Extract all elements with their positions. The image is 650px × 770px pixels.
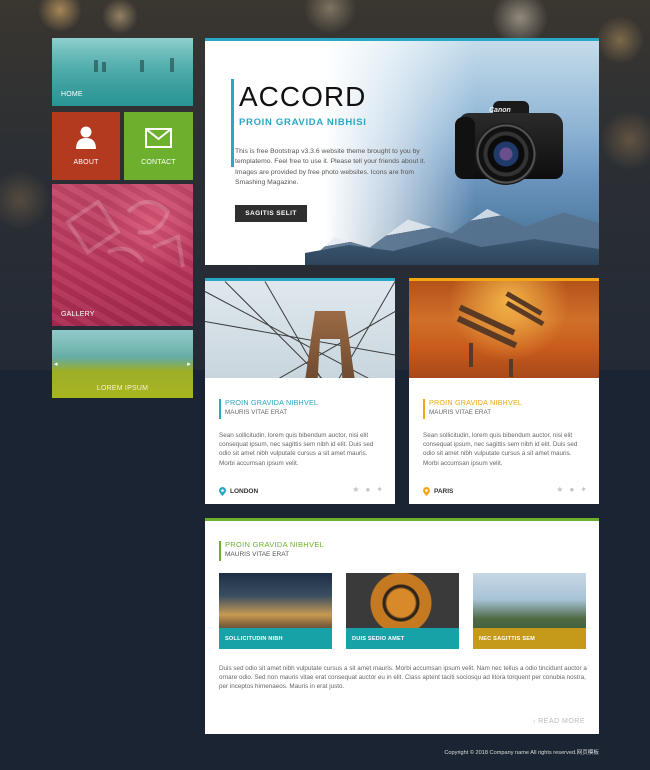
nav-label-gallery: GALLERY: [61, 311, 95, 318]
card-title: PROIN GRAVIDA NIBHVEL: [429, 398, 523, 407]
hero-button[interactable]: SAGITIS SELIT: [235, 205, 307, 222]
type-blocks-image: [65, 199, 185, 268]
thumb-forest[interactable]: NEC SAGITTIS SEM: [473, 573, 586, 649]
arrow-right-icon[interactable]: ▸: [187, 360, 191, 368]
nav-tile-home[interactable]: HOME: [52, 38, 193, 106]
arrow-left-icon[interactable]: ◂: [54, 360, 58, 368]
user-icon: [76, 126, 96, 149]
user-icon[interactable]: ●: [365, 485, 370, 494]
benches-image: [409, 281, 599, 378]
twitter-icon[interactable]: ✦: [580, 485, 587, 494]
camera-lens: [475, 123, 537, 185]
card-london: PROIN GRAVIDA NIBHVEL MAURIS VITAE ERAT …: [205, 278, 395, 504]
panel-title: PROIN GRAVIDA NIBHVEL: [225, 540, 325, 549]
hero-accent-line: [231, 79, 234, 167]
nav-label-about: ABOUT: [73, 159, 99, 166]
camera-image: Canon: [451, 99, 571, 199]
star-icon[interactable]: ★: [556, 485, 563, 494]
nav-tile-about[interactable]: ABOUT: [52, 112, 120, 180]
nav-label-lorem: LOREM IPSUM: [96, 385, 149, 392]
card-title: PROIN GRAVIDA NIBHVEL: [225, 398, 319, 407]
map-pin-icon: [423, 487, 430, 496]
footer-copyright: Copyright © 2018 Company name All rights…: [444, 750, 599, 756]
bridge-tower: [305, 311, 355, 378]
card-subtitle: MAURIS VITAE ERAT: [225, 409, 288, 416]
thumb-sunset[interactable]: SOLLICITUDIN NIBH: [219, 573, 332, 649]
photo-figure: [102, 62, 106, 72]
card-text: Sean sollicitudin, lorem quis bibendum a…: [219, 432, 374, 467]
panel-accent-bar: [219, 541, 221, 561]
card-paris: PROIN GRAVIDA NIBHVEL MAURIS VITAE ERAT …: [409, 278, 599, 504]
thumb-tiger[interactable]: DUIS SEDIO AMET: [346, 573, 459, 649]
bridge-image: [205, 281, 395, 378]
thumb-caption: SOLLICITUDIN NIBH: [219, 628, 332, 649]
photo-figure: [94, 60, 98, 72]
hero-title: ACCORD: [239, 81, 367, 112]
read-more-link[interactable]: › READ MORE: [533, 718, 585, 725]
card-location: PARIS: [423, 487, 453, 496]
map-pin-icon: [219, 487, 226, 496]
hero-description: This is free Bootstrap v3.3.6 website th…: [235, 148, 426, 187]
card-location: LONDON: [219, 487, 258, 496]
hero-subtitle: PROIN GRAVIDA NIBHISI: [239, 117, 367, 128]
card-subtitle: MAURIS VITAE ERAT: [429, 409, 492, 416]
photo-figure: [140, 60, 144, 72]
location-label: PARIS: [434, 488, 454, 495]
card-actions: ★ ● ✦: [352, 485, 383, 494]
user-icon[interactable]: ●: [569, 485, 574, 494]
card-text: Sean sollicitudin, lorem quis bibendum a…: [423, 432, 578, 467]
card-accent-bar: [219, 399, 221, 419]
bench-leg: [509, 359, 513, 377]
camera-grip: [455, 117, 475, 179]
nav-tile-contact[interactable]: CONTACT: [124, 112, 193, 180]
nav-tile-gallery[interactable]: GALLERY: [52, 184, 193, 326]
card-actions: ★ ● ✦: [556, 485, 587, 494]
gallery-panel: PROIN GRAVIDA NIBHVEL MAURIS VITAE ERAT …: [205, 518, 599, 734]
location-label: LONDON: [230, 488, 259, 495]
thumb-caption: DUIS SEDIO AMET: [346, 628, 459, 649]
thumb-caption: NEC SAGITTIS SEM: [473, 628, 586, 649]
photo-figure: [170, 58, 174, 72]
nav-tile-lorem-ipsum[interactable]: ◂ ▸ LOREM IPSUM: [52, 330, 193, 398]
hero-section: ACCORD PROIN GRAVIDA NIBHISI This is fre…: [205, 38, 599, 265]
bench-leg: [469, 343, 473, 367]
camera-brand: Canon: [489, 107, 511, 114]
twitter-icon[interactable]: ✦: [376, 485, 383, 494]
panel-subtitle: MAURIS VITAE ERAT: [225, 551, 290, 558]
nav-label-contact: CONTACT: [141, 159, 176, 166]
panel-text: Duis sed odio sit amet nibh vulputate cu…: [219, 665, 587, 691]
envelope-icon: [145, 128, 172, 148]
star-icon[interactable]: ★: [352, 485, 359, 494]
nav-label-home: HOME: [61, 91, 83, 98]
card-accent-bar: [423, 399, 425, 419]
